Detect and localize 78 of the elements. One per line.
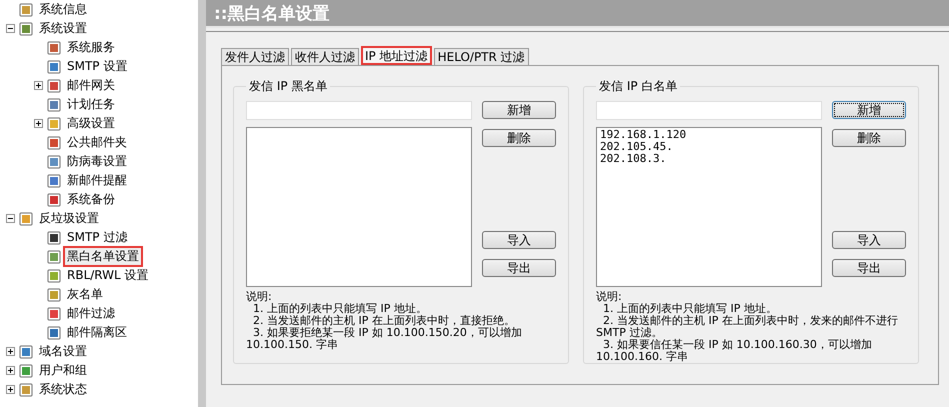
note-heading: 说明: xyxy=(596,291,623,303)
action-button[interactable]: 新增 xyxy=(482,101,556,119)
tree-icon xyxy=(18,210,34,226)
tree-item[interactable]: 灰名单 xyxy=(65,286,105,303)
tree-item[interactable]: 新邮件提醒 xyxy=(65,172,129,189)
input-field[interactable] xyxy=(596,101,822,120)
expand-icon[interactable] xyxy=(6,347,15,356)
tree-icon xyxy=(46,324,62,340)
note-text: 1. 上面的列表中只能填写 IP 地址。 xyxy=(252,303,428,315)
tree-icon xyxy=(46,58,62,74)
action-button[interactable]: 新增 xyxy=(832,101,906,119)
tree-icon xyxy=(46,248,62,264)
expand-icon[interactable] xyxy=(6,366,15,375)
tab[interactable]: 收件人过滤 xyxy=(291,48,359,65)
tree-icon xyxy=(46,286,62,302)
tree-icon xyxy=(46,172,62,188)
expand-icon[interactable] xyxy=(34,81,43,90)
tab[interactable]: 发件人过滤 xyxy=(221,48,289,65)
tree-item[interactable]: 邮件网关 xyxy=(65,77,117,94)
action-button[interactable]: 导入 xyxy=(482,231,556,249)
tree-item[interactable]: 系统信息 xyxy=(37,1,89,18)
action-button[interactable]: 导出 xyxy=(832,259,906,277)
tree-item[interactable]: 域名设置 xyxy=(37,343,89,360)
tree-icon xyxy=(18,344,34,360)
tree-item[interactable]: 反垃圾设置 xyxy=(37,210,101,227)
tree-icon xyxy=(18,20,34,36)
page-title: ::黑白名单设置 xyxy=(206,0,949,28)
note-text: 2. 当发送邮件的主机 IP 在上面列表中时，直接拒绝。 xyxy=(252,315,516,327)
tree-icon xyxy=(46,230,62,246)
tab[interactable]: HELO/PTR 过滤 xyxy=(434,48,529,65)
tree-item[interactable]: 用户和组 xyxy=(37,362,89,379)
tree-icon xyxy=(46,116,62,132)
collapse-icon[interactable] xyxy=(6,214,15,223)
tree-item[interactable]: SMTP 过滤 xyxy=(65,229,130,246)
tree-item[interactable]: 公共邮件夹 xyxy=(65,134,129,151)
input-field[interactable] xyxy=(246,101,472,120)
group-title: 发信 IP 黑名单 xyxy=(248,78,328,95)
action-button[interactable]: 导出 xyxy=(482,259,556,277)
tree-icon xyxy=(46,192,62,208)
tree-item[interactable]: 黑白名单设置 xyxy=(65,248,141,265)
tree-icon xyxy=(18,382,34,398)
note-heading: 说明: xyxy=(246,291,273,303)
list-item[interactable]: 202.105.45. xyxy=(600,141,818,153)
tab[interactable]: IP 地址过滤 xyxy=(361,46,432,65)
tree-icon xyxy=(18,362,34,378)
expand-icon[interactable] xyxy=(6,385,15,394)
list-item[interactable]: 192.168.1.120 xyxy=(600,129,818,141)
action-button[interactable]: 导入 xyxy=(832,231,906,249)
list-box[interactable]: 192.168.1.120 202.105.45. 202.108.3. xyxy=(596,127,822,287)
action-button[interactable]: 删除 xyxy=(832,129,906,147)
list-box[interactable] xyxy=(246,127,472,287)
tree-item[interactable]: 防病毒设置 xyxy=(65,153,129,170)
tree-item[interactable]: 计划任务 xyxy=(65,96,117,113)
tree-item[interactable]: 邮件隔离区 xyxy=(65,324,129,341)
tree-icon xyxy=(46,78,62,94)
tree-icon xyxy=(46,134,62,150)
expand-icon[interactable] xyxy=(34,119,43,128)
tree-item[interactable]: 系统服务 xyxy=(65,39,117,56)
collapse-icon[interactable] xyxy=(6,24,15,33)
note-text: 3. 如果要拒绝某一段 IP 如 10.100.150.20，可以增加10.100.150. 字串 xyxy=(246,327,523,351)
tree-item[interactable]: 系统状态 xyxy=(37,381,89,398)
tree-icon xyxy=(46,154,62,170)
action-button[interactable]: 删除 xyxy=(482,129,556,147)
tree-item[interactable]: 系统设置 xyxy=(37,20,89,37)
note-text: 2. 当发送邮件的主机 IP 在上面列表中时，发来的邮件不进行 SMTP 过滤。 xyxy=(596,315,899,339)
tree-icon xyxy=(46,40,62,56)
tree-item[interactable]: 高级设置 xyxy=(65,115,117,132)
tree-item[interactable]: 系统备份 xyxy=(65,191,117,208)
tree-item[interactable]: RBL/RWL 设置 xyxy=(65,267,151,284)
tree-icon xyxy=(46,306,62,322)
tree-item[interactable]: SMTP 设置 xyxy=(65,58,130,75)
tree-icon xyxy=(46,268,62,284)
list-item[interactable]: 202.108.3. xyxy=(600,153,818,165)
tree-icon xyxy=(46,96,62,112)
note-text: 3. 如果要信任某一段 IP 如 10.100.160.30，可以增加10.100.160. 字串 xyxy=(596,339,873,363)
tree-item[interactable]: 邮件过滤 xyxy=(65,305,117,322)
note-text: 1. 上面的列表中只能填写 IP 地址。 xyxy=(602,303,778,315)
group-title: 发信 IP 白名单 xyxy=(598,78,678,95)
